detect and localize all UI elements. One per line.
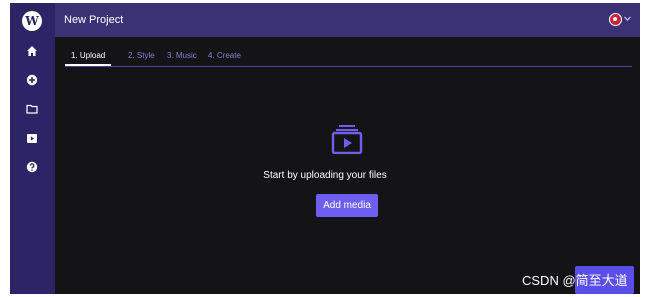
avatar-glyph xyxy=(613,17,617,21)
upload-prompt: Start by uploading your files xyxy=(263,170,387,181)
folder-icon[interactable] xyxy=(26,103,38,115)
media-upload-icon xyxy=(331,124,363,154)
step-tabs: 1. Upload 2. Style 3. Music 4. Create xyxy=(65,47,632,67)
tab-style[interactable]: 2. Style xyxy=(128,51,155,61)
active-tab-indicator xyxy=(65,64,111,66)
watermark: CSDN @简至大道 xyxy=(522,273,628,288)
tab-create[interactable]: 4. Create xyxy=(208,51,241,61)
add-circle-icon[interactable] xyxy=(26,74,38,86)
avatar[interactable] xyxy=(609,13,622,26)
chevron-down-icon[interactable] xyxy=(623,14,632,23)
sidebar: W xyxy=(10,3,55,294)
tab-music[interactable]: 3. Music xyxy=(167,51,197,61)
home-icon[interactable] xyxy=(26,45,38,57)
add-media-button[interactable]: Add media xyxy=(316,194,378,217)
media-library-icon[interactable] xyxy=(26,132,38,144)
tab-upload[interactable]: 1. Upload xyxy=(71,51,105,61)
top-bar: New Project xyxy=(55,3,640,37)
page-title: New Project xyxy=(64,14,124,26)
app-logo[interactable]: W xyxy=(22,11,42,31)
app-window: W New Project 1. Upload 2. Style 3. Musi… xyxy=(10,3,640,294)
